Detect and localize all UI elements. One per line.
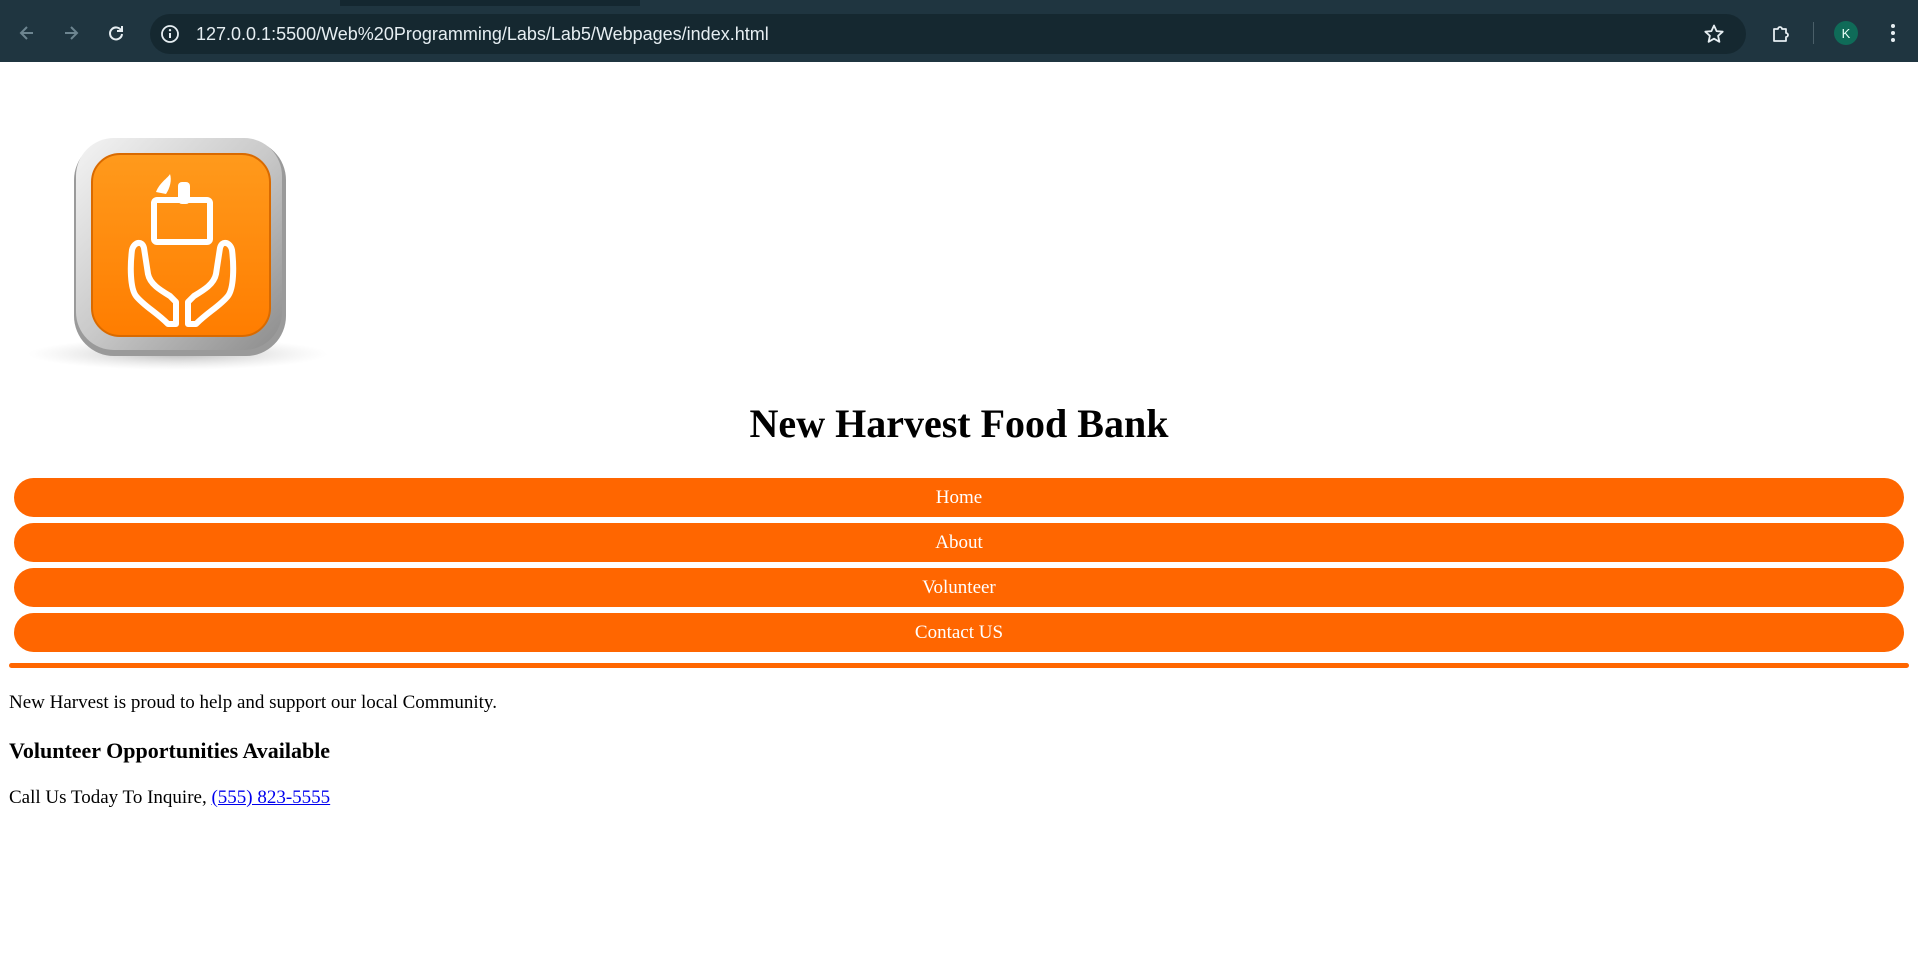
reload-icon [109, 26, 123, 41]
profile-avatar[interactable]: K [1834, 21, 1858, 45]
arrow-right-icon [65, 26, 79, 40]
volunteer-heading: Volunteer Opportunities Available [9, 738, 331, 763]
site-logo [28, 100, 333, 400]
forward-button[interactable] [56, 18, 86, 48]
bookmark-button[interactable] [1700, 20, 1728, 48]
nav-item-contact[interactable]: Contact US [14, 613, 1904, 652]
site-info-button[interactable] [158, 22, 182, 46]
page-title: New Harvest Food Bank [749, 401, 1169, 446]
page-content: New Harvest Food Bank Home About Volunte… [0, 62, 1918, 973]
browser-toolbar: 127.0.0.1:5500/Web%20Programming/Labs/La… [0, 0, 1918, 62]
call-line: Call Us Today To Inquire, (555) 823-5555 [9, 784, 330, 812]
section-divider [9, 663, 1909, 668]
nav-item-home[interactable]: Home [14, 478, 1904, 517]
info-icon [161, 25, 179, 43]
puzzle-icon [1773, 26, 1789, 42]
nav-item-about[interactable]: About [14, 523, 1904, 562]
toolbar-divider [1813, 22, 1814, 44]
active-tab-edge[interactable] [0, 0, 340, 6]
reload-button[interactable] [101, 18, 131, 48]
arrow-left-icon [19, 26, 33, 40]
main-nav: Home About Volunteer Contact US [14, 478, 1904, 658]
call-text: Call Us Today To Inquire, [9, 787, 212, 808]
url-text[interactable]: 127.0.0.1:5500/Web%20Programming/Labs/La… [196, 22, 769, 46]
nav-item-volunteer[interactable]: Volunteer [14, 568, 1904, 607]
intro-text: New Harvest is proud to help and support… [9, 692, 497, 713]
tab-edge[interactable] [640, 0, 1918, 6]
phone-link[interactable]: (555) 823-5555 [211, 787, 330, 808]
star-icon [1704, 24, 1724, 43]
tab-strip [0, 0, 1918, 6]
back-button[interactable] [12, 18, 42, 48]
browser-menu-button[interactable] [1879, 18, 1907, 48]
food-donation-hands-icon [28, 138, 328, 370]
extensions-button[interactable] [1766, 18, 1796, 48]
kebab-menu-icon [1891, 24, 1895, 42]
